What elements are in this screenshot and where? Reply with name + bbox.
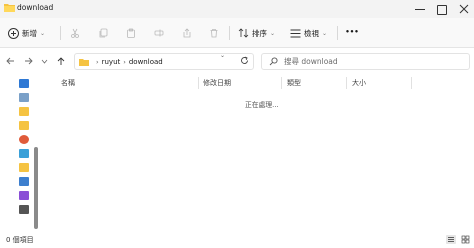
chevron-down-icon: ⌄: [322, 29, 328, 37]
view-button-label: 檢視: [304, 28, 319, 38]
address-dropdown-icon[interactable]: ⌄: [220, 52, 225, 59]
videos-icon[interactable]: [19, 191, 29, 200]
breadcrumb-separator: ›: [123, 57, 126, 66]
file-list: 名稱 修改日期 類型 大小 正在處理...: [41, 75, 474, 232]
breadcrumb-item[interactable]: download: [129, 58, 163, 66]
arrow-right-icon: [24, 57, 33, 65]
close-icon: [459, 4, 469, 14]
download-icon[interactable]: [19, 79, 29, 88]
navigation-scrollbar[interactable]: [34, 147, 38, 229]
column-header-size[interactable]: 大小: [352, 78, 366, 88]
arrow-left-icon: [5, 57, 14, 65]
title-bar: download: [0, 0, 474, 18]
documents-icon[interactable]: [19, 93, 29, 102]
tiles-view-icon: [461, 235, 470, 244]
search-icon: [269, 57, 278, 66]
details-view-button[interactable]: [446, 235, 456, 244]
maximize-button[interactable]: [432, 2, 452, 16]
new-button[interactable]: 新增 ⌄: [8, 25, 45, 41]
more-icon: •••: [345, 28, 359, 36]
chevron-down-icon: ⌄: [270, 29, 276, 37]
breadcrumb-separator: ›: [96, 57, 99, 66]
drive-icon[interactable]: [19, 205, 29, 214]
window-title: download: [17, 3, 54, 12]
toolbar-divider: [229, 26, 230, 40]
rename-icon: [154, 29, 164, 37]
column-divider[interactable]: [281, 77, 282, 89]
up-button[interactable]: [55, 55, 67, 67]
column-header-name[interactable]: 名稱: [61, 78, 75, 88]
search-placeholder: 搜尋 download: [284, 57, 338, 66]
details-view-icon: [448, 237, 454, 242]
sort-button[interactable]: 排序 ⌄: [238, 25, 275, 41]
search-box[interactable]: 搜尋 download: [261, 53, 470, 70]
view-button[interactable]: 檢視 ⌄: [290, 25, 327, 41]
back-button[interactable]: [4, 55, 16, 67]
close-button[interactable]: [454, 2, 474, 16]
rename-button[interactable]: [152, 26, 166, 40]
tiles-view-button[interactable]: [461, 235, 470, 244]
share-button[interactable]: [180, 26, 194, 40]
more-options-button[interactable]: •••: [345, 27, 359, 37]
desktop-icon[interactable]: [19, 149, 29, 158]
trash-icon: [210, 29, 218, 38]
pictures-icon[interactable]: [19, 177, 29, 186]
folder-icon[interactable]: [19, 163, 29, 172]
folder-icon: [4, 4, 15, 12]
sort-icon: [238, 28, 249, 38]
column-divider[interactable]: [411, 77, 412, 89]
toolbar-divider: [337, 26, 338, 40]
loading-message: 正在處理...: [245, 101, 279, 109]
forward-button[interactable]: [22, 55, 34, 67]
breadcrumb-item[interactable]: ruyut: [102, 58, 121, 66]
chevron-down-icon: [41, 59, 47, 64]
refresh-button[interactable]: [240, 51, 249, 68]
paste-button[interactable]: [124, 26, 138, 40]
refresh-icon: [241, 56, 248, 64]
column-divider[interactable]: [346, 77, 347, 89]
music-icon[interactable]: [19, 135, 29, 144]
add-icon: [8, 27, 19, 39]
delete-button[interactable]: [207, 26, 221, 40]
column-header-modified[interactable]: 修改日期: [203, 78, 231, 88]
view-icon: [290, 29, 301, 37]
share-icon: [183, 28, 191, 38]
cut-button[interactable]: [68, 26, 82, 40]
toolbar-divider: [60, 26, 61, 40]
recent-locations-button[interactable]: [38, 55, 50, 67]
folder-icon[interactable]: [19, 121, 29, 130]
status-bar: 0 個項目: [0, 232, 474, 248]
column-header-type[interactable]: 類型: [287, 78, 301, 88]
navigation-pane: [0, 75, 40, 232]
address-bar[interactable]: › ruyut › download: [74, 53, 254, 70]
address-row: › ruyut › download ⌄ 搜尋 download: [0, 49, 474, 74]
command-bar: 新增 ⌄ 排序 ⌄ 檢視 ⌄ •••: [0, 18, 474, 48]
copy-button[interactable]: [96, 26, 110, 40]
column-divider[interactable]: [198, 77, 199, 89]
sort-button-label: 排序: [252, 28, 267, 38]
paste-icon: [127, 28, 135, 38]
arrow-up-icon: [57, 56, 65, 65]
minimize-button[interactable]: [410, 2, 430, 16]
item-count: 0 個項目: [6, 236, 34, 244]
folder-icon[interactable]: [19, 107, 29, 116]
cut-icon: [71, 28, 79, 38]
copy-icon: [99, 28, 108, 38]
folder-icon: [79, 58, 89, 66]
new-button-label: 新增: [22, 28, 37, 38]
chevron-down-icon: ⌄: [40, 29, 46, 37]
